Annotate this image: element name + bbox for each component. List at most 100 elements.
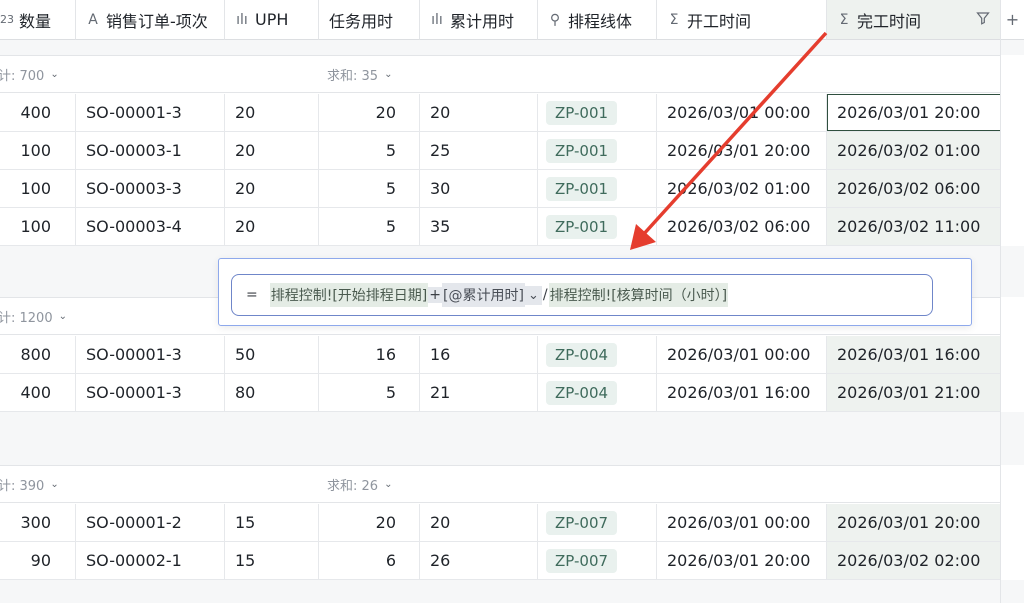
cell-line[interactable]: ZP-001 [538, 94, 657, 131]
column-header-0[interactable]: 23 数量 [0, 0, 76, 40]
group-sum-quantity[interactable]: 计: 1200 ⌄ [0, 298, 67, 335]
table-row[interactable]: 400 SO-00001-3 80 5 21 ZP-004 2026/03/01 16:00… [0, 374, 1001, 412]
cell-task[interactable]: 6 [319, 542, 420, 579]
cell-uph[interactable]: 80 [225, 374, 319, 411]
column-header-6[interactable]: Σ 开工时间 [657, 0, 827, 40]
cell-start[interactable]: 2026/03/01 20:00 [657, 542, 827, 579]
cell-order[interactable]: SO-00003-3 [76, 170, 225, 207]
cell-cum[interactable]: 25 [420, 132, 538, 169]
cell-order[interactable]: SO-00001-3 [76, 94, 225, 131]
cell-start[interactable]: 2026/03/01 20:00 [657, 132, 827, 169]
cell-line[interactable]: ZP-001 [538, 132, 657, 169]
cell-start[interactable]: 2026/03/01 00:00 [657, 336, 827, 373]
group-sum-task-time[interactable]: 求和: 26 ⌄ [327, 466, 392, 503]
cell-qty[interactable]: 400 [0, 374, 76, 411]
chevron-down-icon[interactable]: ⌄ [524, 285, 542, 305]
cell-cum[interactable]: 35 [420, 208, 538, 245]
table-row[interactable]: 400 SO-00001-3 20 20 20 ZP-001 2026/03/01 00:0… [0, 94, 1001, 132]
cell-qty[interactable]: 100 [0, 170, 76, 207]
cell-qty[interactable]: 100 [0, 132, 76, 169]
cell-uph[interactable]: 20 [225, 94, 319, 131]
cell-cum[interactable]: 21 [420, 374, 538, 411]
group-sum-quantity[interactable]: 计: 390 ⌄ [0, 466, 59, 503]
cell-end[interactable]: 2026/03/01 16:00 [827, 336, 1001, 373]
cell-task[interactable]: 20 [319, 94, 420, 131]
cell-uph[interactable]: 15 [225, 542, 319, 579]
column-header-4[interactable]: ılı 累计用时 [420, 0, 538, 40]
table-row[interactable]: 100 SO-00003-1 20 5 25 ZP-001 2026/03/01 20:00… [0, 132, 1001, 170]
chevron-down-icon[interactable]: ⌄ [384, 479, 392, 490]
cell-uph[interactable]: 20 [225, 170, 319, 207]
cell-cum[interactable]: 20 [420, 94, 538, 131]
cell-end[interactable]: 2026/03/01 20:00 [827, 504, 1001, 541]
cell-end[interactable]: 2026/03/01 21:00 [827, 374, 1001, 411]
cell-end[interactable]: 2026/03/02 11:00 [827, 208, 1001, 245]
chevron-down-icon[interactable]: ⌄ [50, 69, 58, 80]
group-sum-quantity[interactable]: 计: 700 ⌄ [0, 56, 59, 93]
cell-start[interactable]: 2026/03/01 00:00 [657, 94, 827, 131]
formula-token-cumulative[interactable]: [@累计用时] [442, 283, 525, 307]
cell-task[interactable]: 5 [319, 170, 420, 207]
group-spacer [0, 40, 1024, 55]
cell-order[interactable]: SO-00001-2 [76, 504, 225, 541]
group-sum-task-time[interactable]: 求和: 35 ⌄ [327, 56, 392, 93]
chevron-down-icon[interactable]: ⌄ [59, 311, 67, 322]
column-header-3[interactable]: 任务用时 [319, 0, 420, 40]
cell-qty[interactable]: 400 [0, 94, 76, 131]
cell-task[interactable]: 16 [319, 336, 420, 373]
cell-cum[interactable]: 30 [420, 170, 538, 207]
cell-order[interactable]: SO-00003-4 [76, 208, 225, 245]
cell-line[interactable]: ZP-004 [538, 336, 657, 373]
column-header-5[interactable]: ⚲ 排程线体 [538, 0, 657, 40]
cell-cum[interactable]: 26 [420, 542, 538, 579]
cell-order[interactable]: SO-00002-1 [76, 542, 225, 579]
cell-qty[interactable]: 90 [0, 542, 76, 579]
column-header-1[interactable]: A 销售订单-项次 [76, 0, 225, 40]
formula-token-start-date[interactable]: 排程控制![开始排程日期] [269, 283, 429, 307]
cell-uph[interactable]: 20 [225, 208, 319, 245]
add-column-button[interactable]: + [1001, 0, 1024, 40]
cell-cum[interactable]: 16 [420, 336, 538, 373]
cell-end[interactable]: 2026/03/02 01:00 [827, 132, 1001, 169]
cell-line[interactable]: ZP-007 [538, 542, 657, 579]
column-header-2[interactable]: ılı UPH [225, 0, 319, 40]
cell-value: 26 [430, 551, 451, 570]
cell-value: 2026/03/01 16:00 [837, 345, 981, 364]
cell-uph[interactable]: 50 [225, 336, 319, 373]
column-header-7[interactable]: Σ 完工时间 [827, 0, 1001, 40]
cell-qty[interactable]: 300 [0, 504, 76, 541]
cell-qty[interactable]: 100 [0, 208, 76, 245]
formula-token-hours[interactable]: 排程控制![核算时间（小时）] [548, 283, 729, 307]
cell-task[interactable]: 5 [319, 208, 420, 245]
cell-line[interactable]: ZP-004 [538, 374, 657, 411]
filter-icon[interactable] [976, 10, 990, 29]
table-row[interactable]: 300 SO-00001-2 15 20 20 ZP-007 2026/03/01 00:0… [0, 504, 1001, 542]
cell-uph[interactable]: 15 [225, 504, 319, 541]
cell-order[interactable]: SO-00003-1 [76, 132, 225, 169]
cell-end[interactable]: 2026/03/01 20:00 [827, 94, 1001, 131]
cell-start[interactable]: 2026/03/01 16:00 [657, 374, 827, 411]
cell-qty[interactable]: 800 [0, 336, 76, 373]
cell-start[interactable]: 2026/03/01 00:00 [657, 504, 827, 541]
cell-task[interactable]: 20 [319, 504, 420, 541]
cell-order[interactable]: SO-00001-3 [76, 374, 225, 411]
cell-line[interactable]: ZP-007 [538, 504, 657, 541]
chevron-down-icon[interactable]: ⌄ [384, 69, 392, 80]
cell-line[interactable]: ZP-001 [538, 208, 657, 245]
formula-input[interactable]: = 排程控制![开始排程日期] + [@累计用时] ⌄ / 排程控制![核算时间… [231, 274, 933, 316]
cell-line[interactable]: ZP-001 [538, 170, 657, 207]
chevron-down-icon[interactable]: ⌄ [50, 479, 58, 490]
cell-task[interactable]: 5 [319, 374, 420, 411]
cell-task[interactable]: 5 [319, 132, 420, 169]
table-row[interactable]: 100 SO-00003-4 20 5 35 ZP-001 2026/03/02 06:00… [0, 208, 1001, 246]
table-row[interactable]: 800 SO-00001-3 50 16 16 ZP-004 2026/03/01 00:0… [0, 336, 1001, 374]
table-row[interactable]: 100 SO-00003-3 20 5 30 ZP-001 2026/03/02 01:00… [0, 170, 1001, 208]
cell-order[interactable]: SO-00001-3 [76, 336, 225, 373]
cell-cum[interactable]: 20 [420, 504, 538, 541]
cell-start[interactable]: 2026/03/02 06:00 [657, 208, 827, 245]
cell-end[interactable]: 2026/03/02 02:00 [827, 542, 1001, 579]
table-row[interactable]: 90 SO-00002-1 15 6 26 ZP-007 2026/03/01 20:00 2… [0, 542, 1001, 580]
cell-uph[interactable]: 20 [225, 132, 319, 169]
cell-end[interactable]: 2026/03/02 06:00 [827, 170, 1001, 207]
cell-start[interactable]: 2026/03/02 01:00 [657, 170, 827, 207]
